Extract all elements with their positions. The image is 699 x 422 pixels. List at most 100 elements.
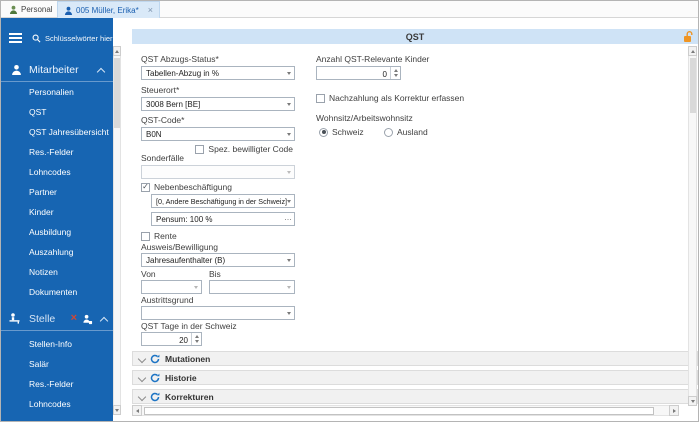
page-title: QST <box>405 31 425 42</box>
abzugs-status-select[interactable]: Tabellen-Abzug in % <box>141 66 295 80</box>
sidebar-scroll-down-icon[interactable] <box>113 405 121 415</box>
chevron-down-icon <box>287 72 291 75</box>
refresh-icon[interactable] <box>150 354 160 364</box>
person-settings-icon[interactable] <box>82 314 93 325</box>
tab-label: 005 Müller, Erika* <box>76 5 139 15</box>
sidebar-section-mitarbeiter[interactable]: Mitarbeiter <box>1 58 113 82</box>
checkbox-label: Rente <box>154 231 177 241</box>
tab-employee-mueller[interactable]: 005 Müller, Erika* × <box>57 1 160 18</box>
qst-code-select[interactable]: B0N <box>141 127 295 141</box>
steuerort-select[interactable]: 3008 Bern [BE] <box>141 97 295 111</box>
sidebar-item-kinder[interactable]: Kinder <box>29 207 54 217</box>
content-scroll-up-icon[interactable] <box>688 46 697 56</box>
selected-value: 3008 Bern [BE] <box>146 99 201 109</box>
unlock-icon[interactable] <box>683 31 694 43</box>
content-scroll-left-icon[interactable] <box>132 405 142 416</box>
nebenbeschaeftigung-art-select[interactable]: [0, Andere Beschäftigung in der Schweiz] <box>151 194 295 208</box>
sidebar-section-stelle[interactable]: Stelle × <box>1 307 113 331</box>
qst-tage-spinner[interactable]: 20 <box>141 332 202 346</box>
sidebar-item-notizen[interactable]: Notizen <box>29 267 58 277</box>
sidebar-item-stellen-info[interactable]: Stellen-Info <box>29 339 72 349</box>
chevron-down-icon <box>137 354 147 363</box>
field-label: Von <box>141 269 156 279</box>
kinder-spinner[interactable]: 0 <box>316 66 401 80</box>
nebenbeschaeftigung-checkbox[interactable]: ✓ <box>141 182 150 192</box>
content-scroll-right-icon[interactable] <box>669 405 679 416</box>
tab-label: Personal <box>21 5 53 14</box>
accordion-mutationen[interactable]: Mutationen <box>132 351 698 366</box>
sidebar-item-partner[interactable]: Partner <box>29 187 57 197</box>
spin-up-icon[interactable] <box>194 335 199 338</box>
accordion-korrekturen[interactable]: Korrekturen <box>132 389 698 404</box>
refresh-icon[interactable] <box>150 392 160 402</box>
field-value: 0 <box>382 69 387 79</box>
sonderfaelle-select[interactable] <box>141 165 295 179</box>
spez-code-checkbox[interactable] <box>195 144 205 154</box>
field-label: Bis <box>209 269 221 279</box>
section-label: Stelle <box>29 312 56 325</box>
sidebar-item-personalien[interactable]: Personalien <box>29 87 74 97</box>
sidebar-item-lohncodes[interactable]: Lohncodes <box>29 167 71 177</box>
panel-title-bar: QST <box>132 29 698 44</box>
austrittsgrund-select[interactable] <box>141 306 295 320</box>
sidebar-item-dokumenten[interactable]: Dokumenten <box>29 287 77 297</box>
checkbox-label: Nebenbeschäftigung <box>154 182 232 192</box>
content-vscrollbar-thumb[interactable] <box>689 58 696 113</box>
close-tab-icon[interactable]: × <box>148 5 153 15</box>
von-date-field[interactable] <box>141 280 202 294</box>
sidebar: Mitarbeiter Personalien QST QST Jahresüb… <box>1 18 113 421</box>
workstation-icon <box>9 313 20 324</box>
field-label: Austrittsgrund <box>141 295 194 305</box>
accordion-label: Korrekturen <box>165 391 214 402</box>
nachzahlung-checkbox-row: Nachzahlung als Korrektur erfassen <box>316 93 464 103</box>
accordion-label: Mutationen <box>165 353 211 364</box>
sidebar-item-res-felder[interactable]: Res.-Felder <box>29 147 73 157</box>
ellipsis-button[interactable]: … <box>284 213 292 222</box>
radio-schweiz-row: Schweiz <box>319 127 364 137</box>
chevron-down-icon <box>287 171 291 174</box>
selected-value: Tabellen-Abzug in % <box>146 68 219 78</box>
nachzahlung-checkbox[interactable] <box>316 93 325 103</box>
sidebar-item-res-felder-stelle[interactable]: Res.-Felder <box>29 379 73 389</box>
hamburger-menu-icon[interactable] <box>9 33 22 43</box>
sidebar-item-salaer[interactable]: Salär <box>29 359 49 369</box>
spin-up-icon[interactable] <box>393 69 398 72</box>
sidebar-item-qst[interactable]: QST <box>29 107 46 117</box>
schweiz-radio[interactable] <box>319 127 328 137</box>
refresh-icon[interactable] <box>150 373 160 383</box>
application-window: Personal 005 Müller, Erika* × Mitarbeite… <box>0 0 699 422</box>
sidebar-item-ausbildung[interactable]: Ausbildung <box>29 227 71 237</box>
field-label: QST Abzugs-Status* <box>141 54 219 64</box>
accordion-label: Historie <box>165 372 197 383</box>
ausland-radio[interactable] <box>384 127 393 137</box>
sidebar-scroll-up-icon[interactable] <box>113 46 121 56</box>
sidebar-scrollbar-thumb[interactable] <box>114 58 120 128</box>
pensum-field[interactable]: Pensum: 100 % … <box>151 212 295 226</box>
accordion-historie[interactable]: Historie <box>132 370 698 385</box>
chevron-down-icon <box>287 103 291 106</box>
sidebar-item-qst-jahresuebersicht[interactable]: QST Jahresübersicht <box>29 127 109 137</box>
search-input[interactable] <box>45 33 113 43</box>
remove-icon[interactable]: × <box>71 313 77 324</box>
nebenbeschaeftigung-checkbox-row: ✓ Nebenbeschäftigung <box>141 182 232 192</box>
sidebar-item-lohncodes-stelle[interactable]: Lohncodes <box>29 399 71 409</box>
spin-down-icon[interactable] <box>194 340 199 343</box>
field-value: Pensum: 100 % <box>156 214 213 224</box>
field-label: QST-Code* <box>141 115 185 125</box>
bis-date-field[interactable] <box>209 280 295 294</box>
chevron-down-icon <box>194 286 198 289</box>
chevron-down-icon <box>287 259 291 262</box>
selected-value: [0, Andere Beschäftigung in der Schweiz] <box>156 196 288 206</box>
chevron-down-icon <box>287 312 291 315</box>
rente-checkbox[interactable] <box>141 231 150 241</box>
sidebar-item-auszahlung[interactable]: Auszahlung <box>29 247 73 257</box>
tab-bar: Personal 005 Müller, Erika* × <box>1 1 698 18</box>
person-list-icon <box>9 5 18 14</box>
content-scroll-down-icon[interactable] <box>688 396 697 406</box>
content-hscrollbar-thumb[interactable] <box>144 406 654 415</box>
tab-personal[interactable]: Personal <box>3 1 59 18</box>
ausweis-select[interactable]: Jahresaufenthalter (B) <box>141 253 295 267</box>
spin-down-icon[interactable] <box>393 74 398 77</box>
chevron-up-icon <box>96 67 106 77</box>
radio-ausland-row: Ausland <box>384 127 428 137</box>
